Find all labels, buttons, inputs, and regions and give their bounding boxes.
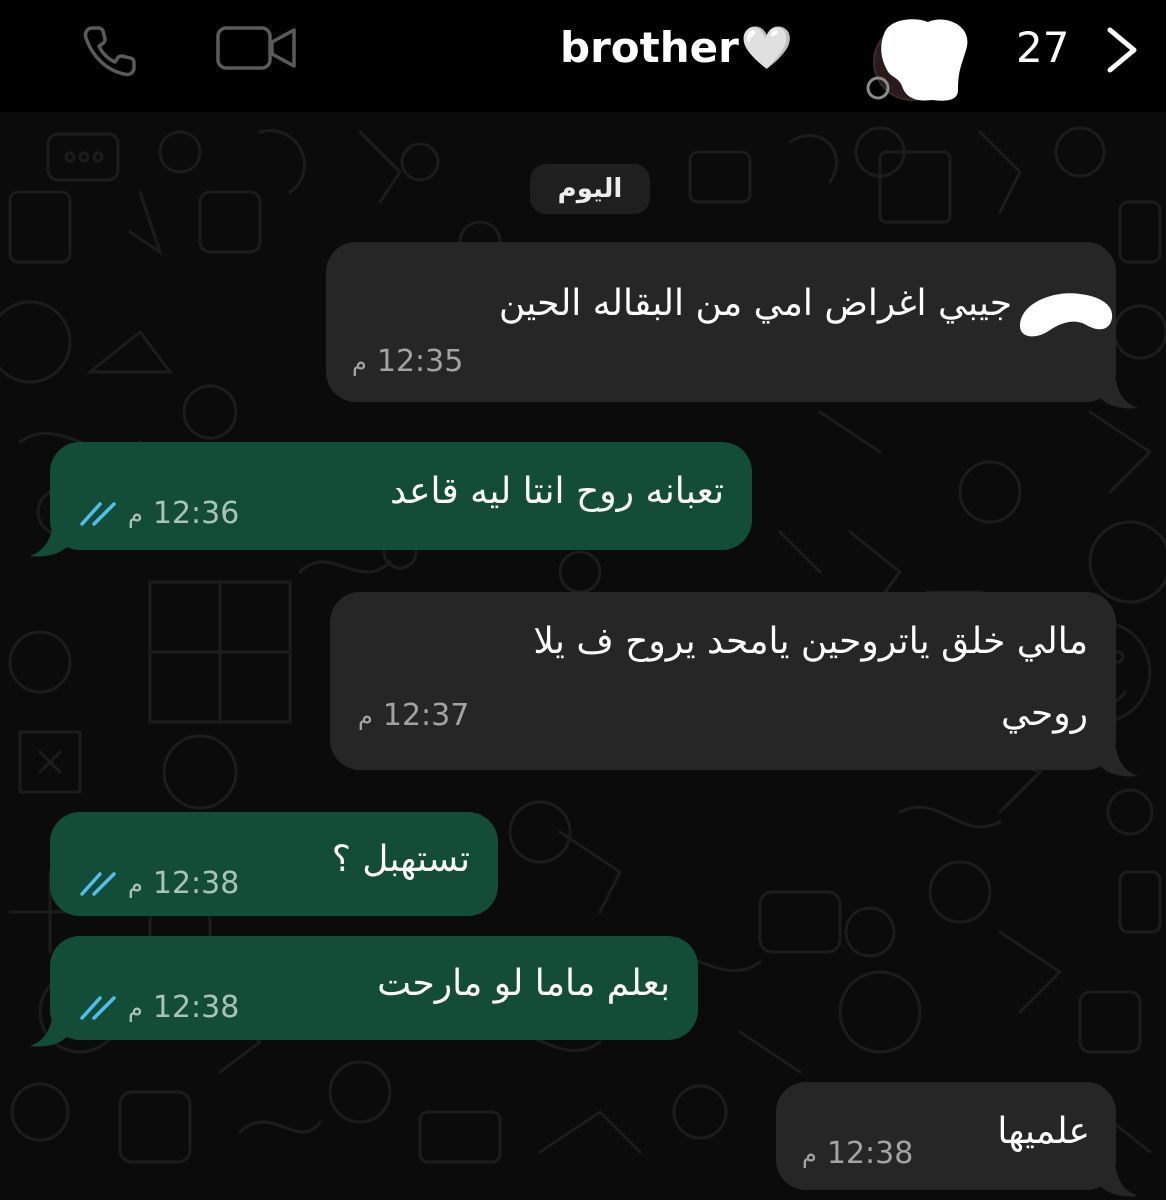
message-ampm: م xyxy=(128,500,143,528)
message-text-line2: روحي xyxy=(1000,693,1088,734)
message-text: تعبانه روح انتا ليه قاعد xyxy=(390,471,724,512)
incoming-message[interactable]: علميها م 12:38 xyxy=(776,1082,1116,1190)
message-time: 12:38 xyxy=(152,990,240,1025)
message-ampm: م xyxy=(352,348,367,376)
day-separator: اليوم xyxy=(530,164,650,214)
message-time: 12:38 xyxy=(826,1136,914,1171)
incoming-message[interactable]: جيبي اغراض امي من البقاله الحين م 12:35 xyxy=(326,242,1116,402)
read-receipt-icon xyxy=(80,502,116,526)
avatar-icon[interactable] xyxy=(862,14,976,104)
message-text-line1: مالي خلق ياتروحين يامحد يروح ف يلا xyxy=(533,621,1088,662)
sticker-blob xyxy=(1020,293,1113,337)
outgoing-message[interactable]: بعلم ماما لو مارحت م 12:38 xyxy=(50,936,698,1040)
message-text: بعلم ماما لو مارحت xyxy=(377,963,670,1004)
video-call-icon[interactable] xyxy=(214,18,300,78)
message-time: 12:38 xyxy=(152,866,240,901)
read-receipt-icon xyxy=(80,996,116,1020)
bubble-tail xyxy=(1100,748,1138,777)
message-meta: م 12:37 xyxy=(358,696,469,736)
message-text: علميها xyxy=(997,1111,1090,1152)
message-time: 12:35 xyxy=(376,344,464,379)
bubble-tail xyxy=(30,528,68,557)
message-time: 12:36 xyxy=(152,496,240,531)
contact-name-text: brother xyxy=(560,23,739,72)
read-receipt-icon xyxy=(80,872,116,896)
unread-count[interactable]: 27 xyxy=(1016,18,1086,78)
message-meta: م 12:36 xyxy=(78,494,239,534)
contact-name[interactable]: brother🤍 xyxy=(560,18,830,78)
chat-area[interactable]: اليوم جيبي اغراض امي من البقاله الحين م … xyxy=(0,112,1166,1200)
phone-icon[interactable] xyxy=(78,20,148,80)
message-meta: م 12:38 xyxy=(78,864,239,904)
outgoing-message[interactable]: تعبانه روح انتا ليه قاعد م 12:36 xyxy=(50,442,752,550)
message-meta: م 12:35 xyxy=(352,342,463,382)
message-ampm: م xyxy=(128,994,143,1022)
message-text: تستهبل ؟ xyxy=(331,839,470,880)
message-ampm: م xyxy=(358,702,373,730)
incoming-message[interactable]: مالي خلق ياتروحين يامحد يروح ف يلا روحي … xyxy=(330,592,1116,770)
message-text: جيبي اغراض امي من البقاله الحين xyxy=(498,283,1012,324)
heart-emoji: 🤍 xyxy=(740,23,794,72)
message-ampm: م xyxy=(128,870,143,898)
message-meta: م 12:38 xyxy=(78,988,239,1028)
message-ampm: م xyxy=(802,1140,817,1168)
message-time: 12:37 xyxy=(382,698,470,733)
message-meta: م 12:38 xyxy=(802,1134,913,1174)
chevron-right-icon[interactable] xyxy=(1100,20,1144,80)
chat-header: brother🤍 27 xyxy=(0,0,1166,112)
bubble-tail xyxy=(1100,1168,1138,1197)
bubble-tail xyxy=(1100,380,1138,409)
bubble-tail xyxy=(30,1018,68,1047)
outgoing-message[interactable]: تستهبل ؟ م 12:38 xyxy=(50,812,498,916)
